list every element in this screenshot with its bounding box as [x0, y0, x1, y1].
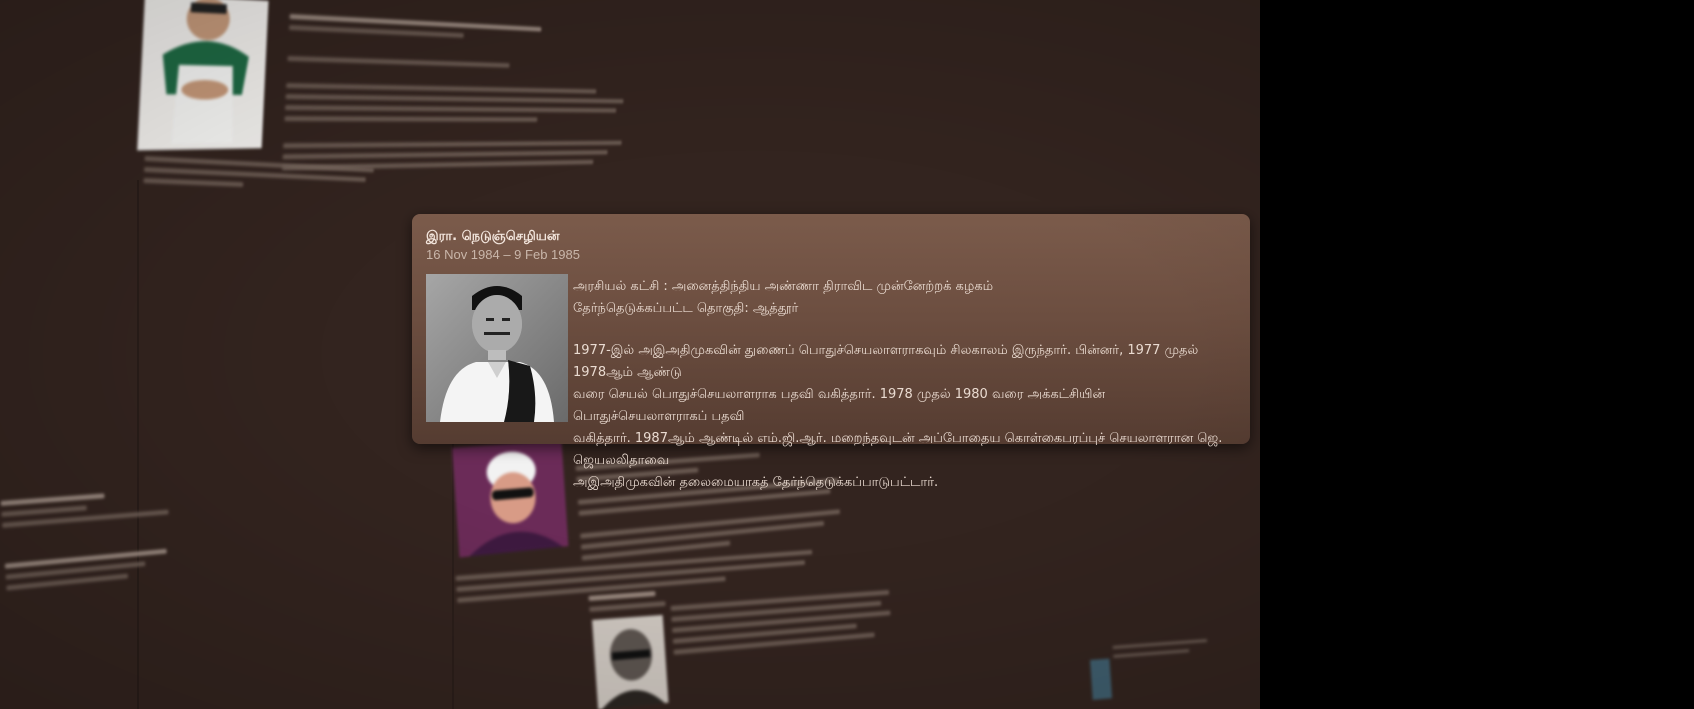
- background-text-block: [281, 8, 640, 176]
- background-text-block: [670, 584, 901, 661]
- background-portrait: [137, 0, 269, 151]
- bio-line: 1977-இல் அஇஅதிமுகவின் துணைப் பொதுச்செயலா…: [573, 343, 1199, 380]
- background-entry: [592, 614, 669, 709]
- timeline-stage: இரா. நெடுஞ்செழியன் 16 Nov 1984 – 9 Feb 1…: [0, 0, 1260, 709]
- constituency-line: தேர்ந்தெடுக்கப்பட்ட தொகுதி: ஆத்தூர்: [573, 301, 799, 316]
- background-portrait: [452, 440, 569, 558]
- background-entry: [1090, 658, 1114, 700]
- background-entry: [137, 0, 270, 154]
- outside-area: [1260, 0, 1694, 709]
- term-dates: 16 Nov 1984 – 9 Feb 1985: [426, 247, 580, 262]
- bio-line: வகித்தார். 1987ஆம் ஆண்டில் எம்.ஜி.ஆர். ம…: [573, 431, 1223, 468]
- leader-name: இரா. நெடுஞ்செழியன்: [426, 229, 560, 244]
- bio-line: அஇஅதிமுகவின் தலைமையாகத் தேர்ந்தெடுக்கப்ப…: [573, 475, 939, 490]
- background-portrait: [1090, 658, 1113, 700]
- party-line: அரசியல் கட்சி : அனைத்திந்திய அண்ணா திராவ…: [573, 279, 994, 294]
- background-entry: [452, 440, 570, 559]
- leader-details: அரசியல் கட்சி : அனைத்திந்திய அண்ணா திராவ…: [573, 276, 1238, 494]
- leader-portrait: [426, 274, 568, 422]
- leader-info-card[interactable]: இரா. நெடுஞ்செழியன் 16 Nov 1984 – 9 Feb 1…: [412, 214, 1250, 490]
- background-text-block: [1112, 633, 1217, 664]
- background-text-block: [0, 482, 190, 597]
- background-portrait: [592, 614, 669, 709]
- column-divider: [137, 180, 139, 709]
- bio-line: வரை செயல் பொதுச்செயலாளராக பதவி வகித்தார்…: [573, 387, 1106, 424]
